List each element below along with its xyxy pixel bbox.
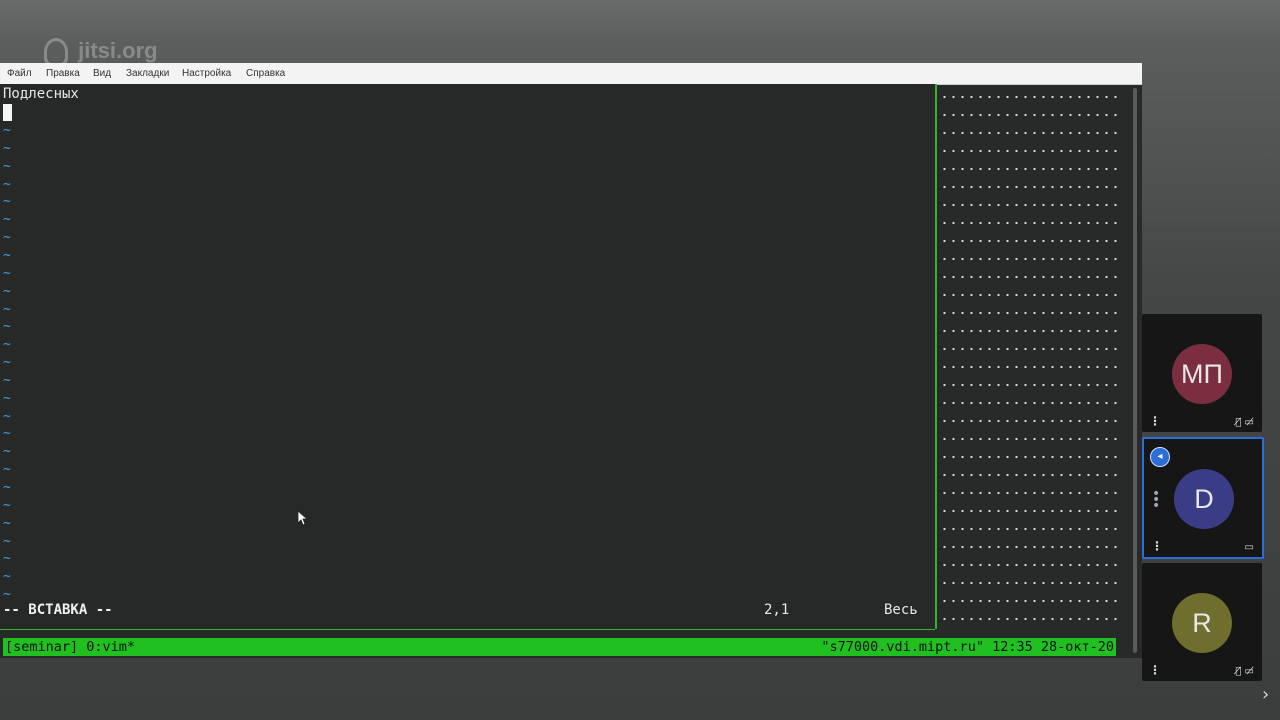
terminal-menubar: Файл Правка Вид Закладки Настройка Справ… [0, 63, 1142, 85]
avatar: D [1174, 469, 1234, 529]
kebab-menu-icon[interactable]: ⋮ [1151, 539, 1163, 553]
tmux-status-bar: [seminar] 0:vim* "s77000.vdi.mipt.ru" 12… [3, 638, 1116, 656]
menu-edit[interactable]: Правка [46, 68, 80, 79]
tilde-marker: ~ [3, 444, 11, 460]
tilde-marker: ~ [3, 462, 11, 478]
cursor-position: 2,1 [764, 602, 790, 618]
tilde-marker: ~ [3, 426, 11, 442]
tilde-marker: ~ [3, 194, 11, 210]
vim-mode-indicator: -- ВСТАВКА -- [3, 602, 113, 618]
speaker-icon: ◂ [1150, 447, 1170, 467]
jitsi-logo-icon [44, 38, 68, 67]
tilde-marker: ~ [3, 247, 11, 263]
tilde-marker: ~ [3, 408, 11, 424]
vim-editor-pane[interactable]: Подлесных ~ ~ ~ ~ ~ ~ ~ ~ ~ ~ ~ ~ ~ ~ ~ ~ ~ ~ ~ ~ ~ ~ ~ ~ ~ ~ ~ --… [0, 84, 935, 629]
tmux-host-clock: "s77000.vdi.mipt.ru" 12:35 28-окт-20 [821, 639, 1114, 655]
tilde-marker: ~ [3, 158, 11, 174]
avatar: МП [1172, 344, 1232, 404]
participant-tile-active[interactable]: ◂ • • • D ⋮ ▭ [1142, 437, 1264, 559]
tilde-marker: ~ [3, 301, 11, 317]
tilde-marker: ~ [3, 497, 11, 513]
mic-off-icon: 🎙̸ ▭̸ [1235, 417, 1254, 428]
tilde-marker: ~ [3, 390, 11, 406]
tilde-marker: ~ [3, 355, 11, 371]
kebab-menu-icon[interactable]: ⋮ [1149, 414, 1161, 428]
kebab-menu-icon[interactable]: ⋮ [1149, 663, 1161, 677]
participant-tile[interactable]: R ⋮ 🎙̸ ▭̸ [1142, 563, 1262, 681]
terminal-scrollbar[interactable] [1133, 88, 1137, 653]
editor-line-1: Подлесных [3, 86, 79, 102]
tilde-marker: ~ [3, 319, 11, 335]
drag-grip-icon[interactable]: • • • [1152, 487, 1160, 513]
jitsi-watermark: jitsi.org [44, 38, 158, 67]
tilde-marker: ~ [3, 140, 11, 156]
tilde-marker: ~ [3, 569, 11, 585]
screen-share-icon: ▭ [1244, 542, 1254, 553]
tilde-marker: ~ [3, 480, 11, 495]
tilde-marker: ~ [3, 515, 11, 531]
tilde-marker: ~ [3, 551, 11, 567]
tilde-marker: ~ [3, 123, 11, 138]
mic-off-icon: 🎙̸ ▭̸ [1235, 666, 1254, 677]
tilde-marker: ~ [3, 372, 11, 388]
tilde-marker: ~ [3, 265, 11, 281]
chevron-right-icon[interactable]: › [1262, 684, 1269, 705]
menu-settings[interactable]: Настройка [182, 68, 231, 79]
tilde-marker: ~ [3, 212, 11, 228]
menu-view[interactable]: Вид [93, 68, 111, 79]
tmux-session-window: [seminar] 0:vim* [5, 639, 136, 655]
dotted-pane [940, 84, 1118, 629]
terminal-window[interactable]: Файл Правка Вид Закладки Настройка Справ… [0, 63, 1142, 658]
tilde-marker: ~ [3, 283, 11, 299]
tmux-pane-divider-vertical [935, 84, 937, 629]
menu-help[interactable]: Справка [246, 68, 285, 79]
tilde-marker: ~ [3, 230, 11, 246]
text-cursor [3, 104, 12, 121]
tilde-marker: ~ [3, 587, 11, 603]
participant-tile[interactable]: МП ⋮ 🎙̸ ▭̸ [1142, 314, 1262, 432]
watermark-text: jitsi.org [78, 38, 158, 63]
mouse-pointer-icon [298, 511, 307, 525]
menu-bookmarks[interactable]: Закладки [126, 68, 169, 79]
tmux-pane-divider-horizontal [0, 629, 935, 630]
scroll-indicator: Весь [884, 602, 918, 618]
tilde-marker: ~ [3, 337, 11, 353]
menu-file[interactable]: Файл [7, 68, 32, 79]
tilde-marker: ~ [3, 176, 11, 192]
tilde-marker: ~ [3, 533, 11, 549]
avatar: R [1172, 593, 1232, 653]
